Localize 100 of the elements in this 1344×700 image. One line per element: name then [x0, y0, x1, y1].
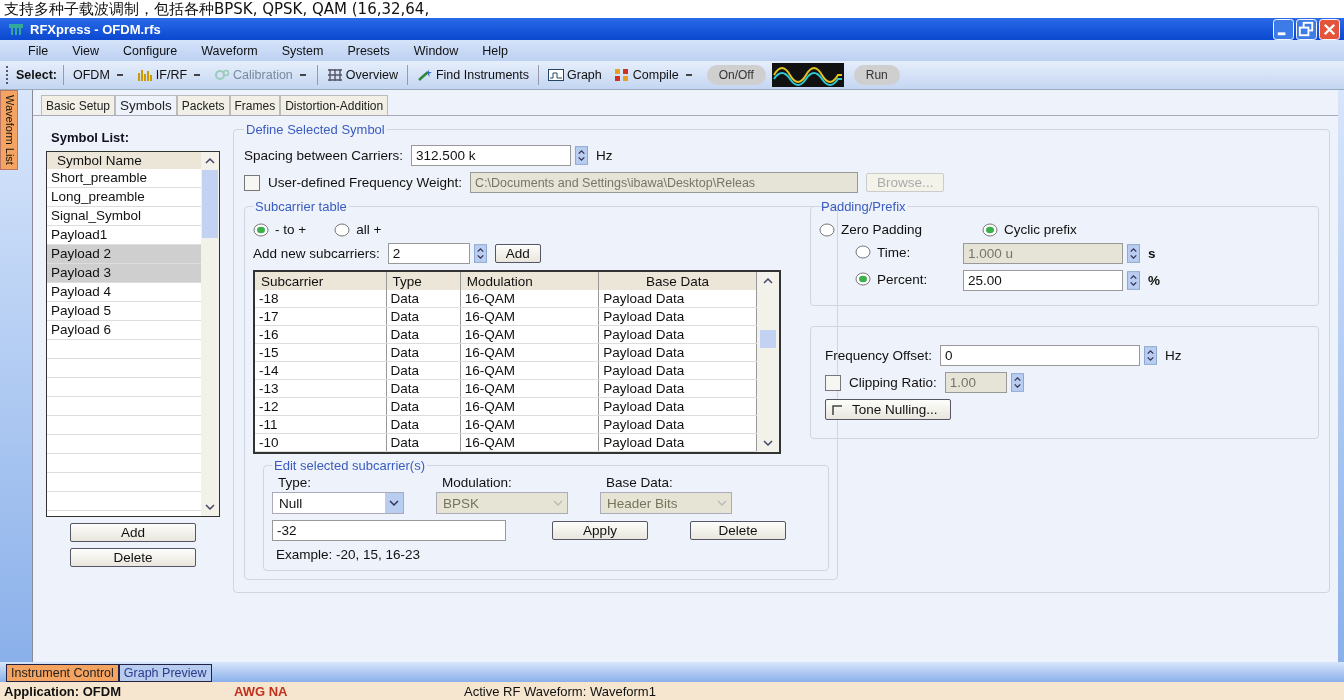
- spacing-field[interactable]: 312.500 k: [411, 145, 572, 166]
- menu-item[interactable]: File: [28, 43, 49, 58]
- tone-nulling-button[interactable]: Tone Nulling...: [825, 399, 951, 420]
- status-text: AWG NA: [234, 683, 289, 699]
- table-cell: Data: [386, 343, 461, 362]
- group-title: Subcarrier table: [254, 199, 348, 214]
- list-item[interactable]: Payload 3: [47, 264, 201, 283]
- caret-icon: [194, 73, 203, 77]
- checkbox-label: User-defined Frequency Weight:: [268, 175, 463, 190]
- field-label: Add new subcarriers:: [253, 246, 380, 261]
- waveform-icon: [771, 63, 844, 87]
- checkbox[interactable]: [825, 374, 841, 391]
- spin-arrows-icon[interactable]: [575, 146, 589, 165]
- menu-item[interactable]: Window: [413, 43, 459, 58]
- side-tab[interactable]: Waveform List: [0, 90, 18, 170]
- table-cell: Payload Data: [598, 397, 757, 416]
- table-cell: Payload Data: [598, 433, 757, 452]
- action-button[interactable]: Apply: [552, 521, 648, 540]
- table-cell: 16-QAM: [460, 397, 599, 416]
- column-header: Modulation: [460, 272, 599, 290]
- tab[interactable]: Symbols: [115, 95, 177, 115]
- close-icon[interactable]: [1319, 18, 1340, 40]
- menu-item[interactable]: System: [281, 43, 324, 58]
- table-cell: Data: [386, 433, 461, 452]
- toolbar-dropdown[interactable]: IF/RF: [133, 68, 206, 82]
- radio-button[interactable]: [982, 222, 999, 237]
- menu-item[interactable]: Presets: [347, 43, 390, 58]
- table-cell: Data: [386, 290, 461, 308]
- menu-item[interactable]: Waveform: [201, 43, 258, 58]
- table-cell: 16-QAM: [460, 307, 599, 326]
- field-label: Spacing between Carriers:: [244, 148, 404, 163]
- offset-field[interactable]: 0: [940, 345, 1141, 366]
- spin-arrows-icon[interactable]: [1144, 346, 1158, 365]
- menu-item[interactable]: Help: [482, 43, 508, 58]
- tab[interactable]: Graph Preview: [118, 664, 212, 682]
- toolbar-dropdown[interactable]: OFDM: [70, 68, 128, 82]
- value-field[interactable]: 25.00: [963, 270, 1123, 291]
- scrollbar[interactable]: [757, 272, 779, 452]
- select-label: Select:: [16, 68, 57, 82]
- tab[interactable]: Distortion-Addition: [280, 95, 389, 115]
- subcarrier-field[interactable]: -32: [272, 520, 506, 541]
- radio-button[interactable]: [819, 222, 835, 237]
- toolbar-button[interactable]: Run: [853, 65, 900, 85]
- count-field[interactable]: 2: [387, 243, 470, 264]
- group-title: Define Selected Symbol: [245, 122, 386, 137]
- gear-icon: [214, 68, 231, 82]
- table-cell: -16: [255, 325, 387, 344]
- table-cell: Payload Data: [598, 290, 757, 308]
- radio-button[interactable]: [253, 222, 269, 237]
- tab[interactable]: Frames: [229, 95, 281, 115]
- action-button[interactable]: Delete: [690, 521, 786, 540]
- spin-arrows-icon[interactable]: [1010, 373, 1024, 392]
- radio-button[interactable]: [855, 272, 871, 287]
- checkbox[interactable]: [244, 174, 260, 191]
- toolbar-button[interactable]: Overview: [323, 68, 401, 82]
- menu-item[interactable]: View: [72, 43, 100, 58]
- scrollbar[interactable]: [201, 152, 219, 516]
- restore-icon[interactable]: [1296, 18, 1317, 40]
- table-cell: Data: [386, 379, 461, 398]
- add-button[interactable]: Add: [494, 244, 541, 263]
- radio-button[interactable]: [855, 245, 871, 260]
- minimize-icon[interactable]: [1273, 18, 1294, 40]
- toolbar-button[interactable]: Find Instruments: [413, 68, 532, 82]
- tab[interactable]: Basic Setup: [41, 95, 116, 115]
- table-cell: -18: [255, 290, 387, 308]
- table-cell: 16-QAM: [460, 379, 599, 398]
- scroll-down-icon[interactable]: [203, 501, 217, 513]
- status-text: Active RF Waveform: Waveform1: [464, 683, 656, 699]
- radio-button[interactable]: [334, 222, 351, 237]
- caret-icon: [299, 73, 308, 77]
- table-cell: -15: [255, 343, 387, 362]
- table-cell: -17: [255, 307, 387, 326]
- dropdown[interactable]: Null: [272, 492, 404, 514]
- list-button[interactable]: Delete: [70, 548, 196, 567]
- group-title: Edit selected subcarrier(s): [273, 458, 426, 473]
- spin-arrows-icon[interactable]: [1127, 244, 1140, 263]
- scroll-thumb[interactable]: [202, 170, 218, 238]
- column-header: Type: [386, 272, 461, 290]
- table-cell: Data: [386, 325, 461, 344]
- tab[interactable]: Packets: [176, 95, 230, 115]
- spin-arrows-icon[interactable]: [473, 244, 487, 263]
- signal-bars-icon: [136, 68, 153, 82]
- table-cell: Payload Data: [598, 325, 757, 344]
- spin-arrows-icon[interactable]: [1127, 271, 1140, 290]
- radio-label: Time:: [877, 244, 911, 260]
- list-button[interactable]: Add: [70, 523, 196, 542]
- table-cell: -14: [255, 361, 387, 380]
- list-item[interactable]: Payload 2: [47, 245, 201, 264]
- toolbar-dropdown[interactable]: Compile: [610, 68, 697, 82]
- column-header: Subcarrier: [255, 272, 387, 290]
- blocks-icon: [613, 68, 630, 82]
- caption-text: 支持多种子载波调制，包括各种BPSK, QPSK, QAM (16,32,64,: [3, 0, 431, 18]
- toolbar-button[interactable]: Graph: [545, 68, 605, 82]
- toolbar-button[interactable]: On/Off: [706, 65, 766, 85]
- unit-label: s: [1148, 246, 1156, 261]
- tab[interactable]: Instrument Control: [6, 664, 119, 682]
- menu-item[interactable]: Configure: [123, 43, 178, 58]
- scroll-thumb[interactable]: [760, 330, 776, 348]
- radio-label: Zero Padding: [841, 222, 923, 237]
- scroll-down-icon[interactable]: [761, 437, 775, 449]
